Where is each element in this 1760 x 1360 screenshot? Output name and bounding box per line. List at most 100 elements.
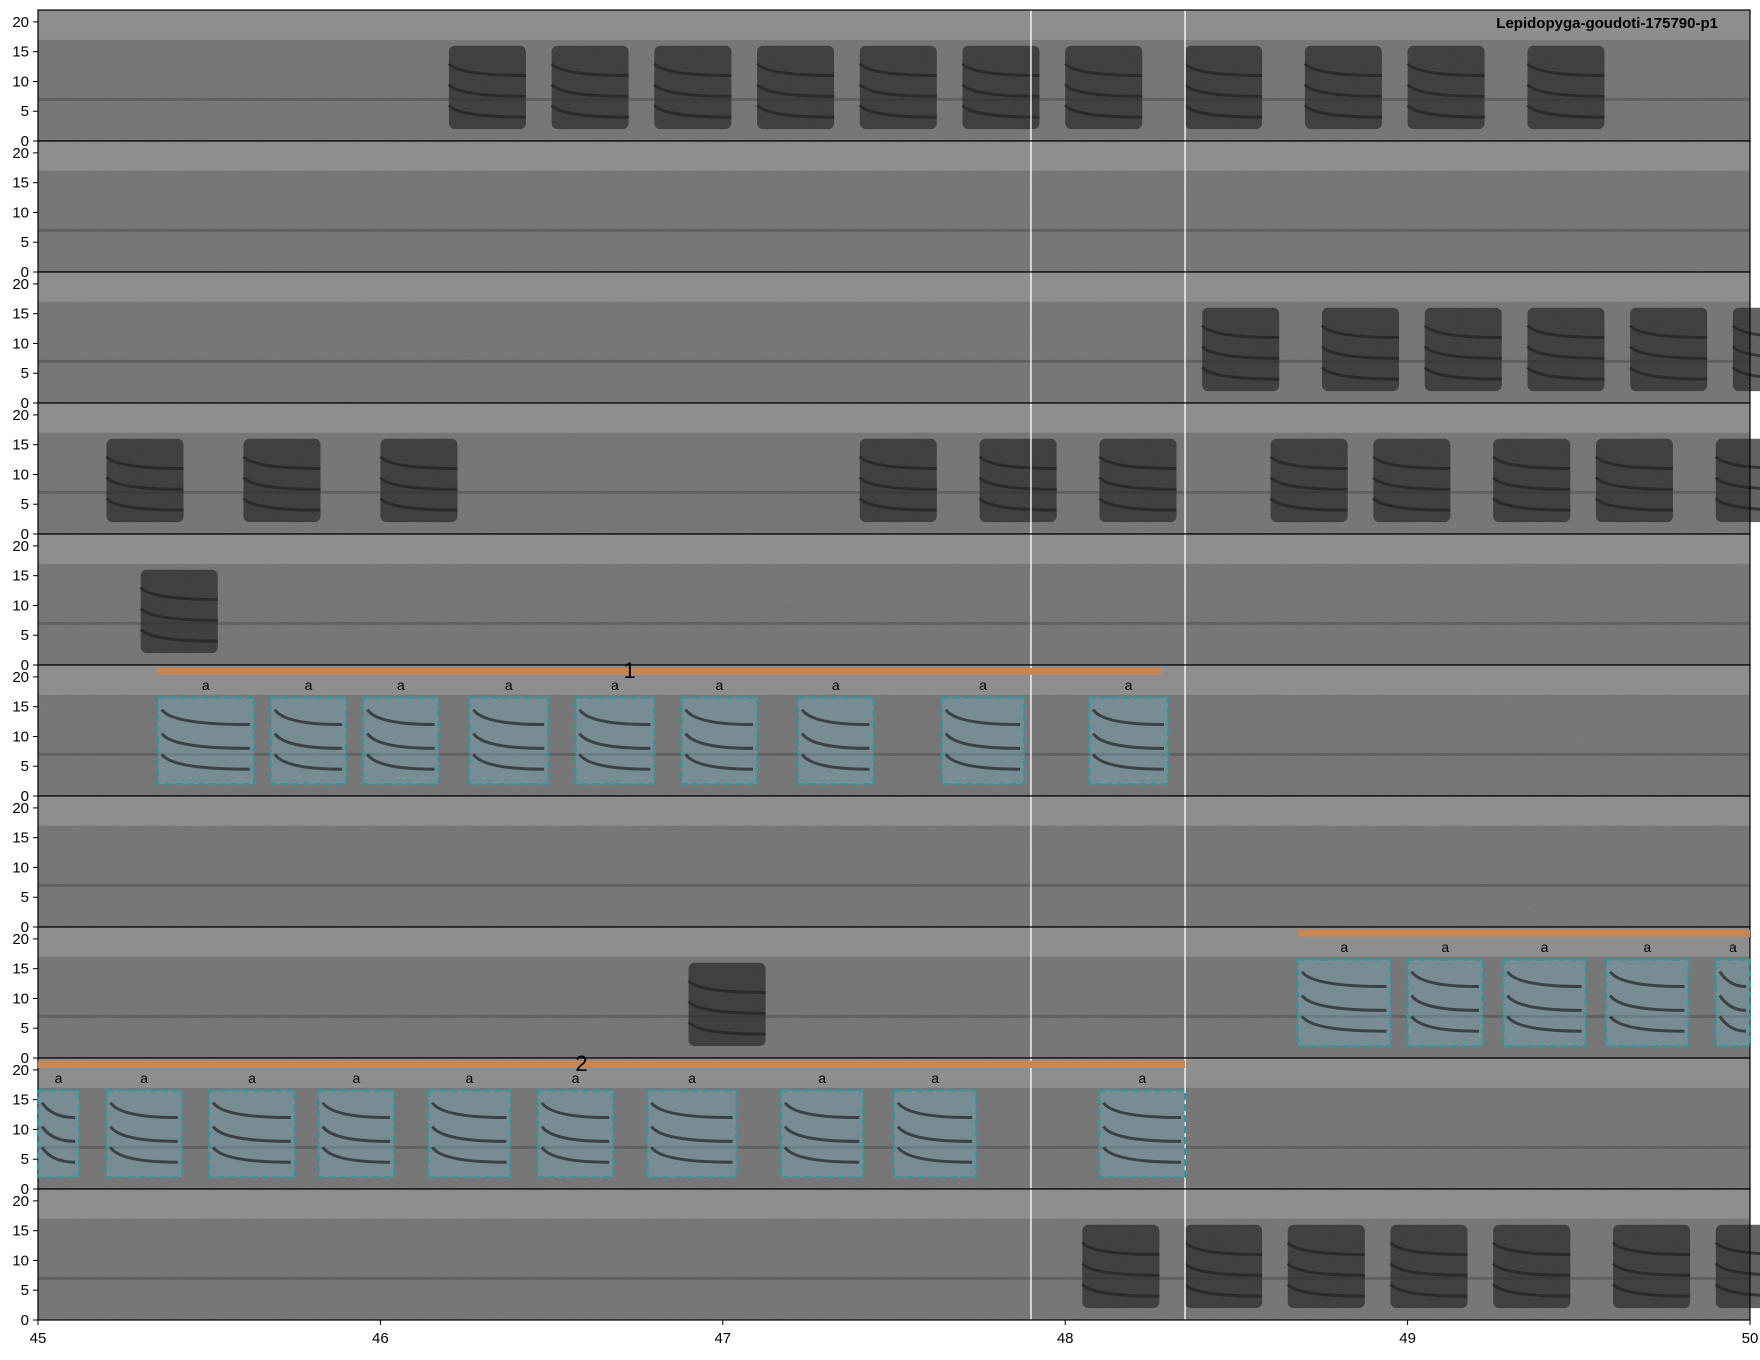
y-tick-label: 20 [12, 538, 29, 555]
syllable-label: a [248, 1070, 256, 1086]
call-mark [1594, 438, 1673, 523]
spectrogram-panel: 05101520 [12, 926, 1751, 1067]
spectrogram-panel: 05101520 [12, 9, 1751, 150]
spectrogram-panel: 0 5 10 15 20 [12, 1188, 1760, 1329]
call-mark [1714, 1224, 1760, 1309]
y-tick-label: 20 [12, 276, 29, 293]
y-tick-label: 20 [12, 407, 29, 424]
y-tick-label: 15 [12, 44, 29, 61]
syllable-label: a [832, 677, 840, 693]
y-tick-label: 5 [21, 103, 29, 120]
y-tick-label: 10 [12, 204, 29, 221]
y-tick-label: 15 [12, 437, 29, 454]
spectrogram-panel: 05101520 [12, 402, 1760, 543]
y-tick-label: 10 [12, 597, 29, 614]
y-tick-label: 10 [12, 990, 29, 1007]
panel-noise-band [38, 272, 1750, 302]
syllable-label: a [1125, 677, 1133, 693]
syllable-label: a [202, 677, 210, 693]
syllable-label: a [353, 1070, 361, 1086]
syllable-label: a [1729, 939, 1737, 955]
call-mark [1081, 1224, 1160, 1309]
y-tick-label: 5 [21, 627, 29, 644]
call-mark [1286, 1224, 1365, 1309]
panel-noise-band [38, 10, 1750, 40]
call-mark [1714, 438, 1760, 523]
y-tick-label: 10 [12, 1121, 29, 1138]
y-tick-label: 15 [12, 1223, 29, 1240]
call-mark [1492, 438, 1571, 523]
y-tick-label: 20 [12, 1062, 29, 1079]
syllable-label: a [305, 677, 313, 693]
panel-noise-band [38, 141, 1750, 171]
syllable-label: a [466, 1070, 474, 1086]
y-tick-label: 20 [12, 669, 29, 686]
call-mark [1320, 307, 1400, 392]
x-tick-label: 49 [1399, 1330, 1416, 1347]
y-tick-label: 15 [12, 1092, 29, 1109]
call-mark [1492, 1224, 1571, 1309]
call-mark [1423, 307, 1502, 392]
y-tick-label: 20 [12, 931, 29, 948]
y-tick-label: 20 [12, 800, 29, 817]
y-tick-label: 5 [21, 889, 29, 906]
panel-noise-band [38, 796, 1750, 826]
y-tick-label: 15 [12, 699, 29, 716]
call-mark [1201, 307, 1280, 392]
syllable-label: a [55, 1070, 63, 1086]
panel-noise-band [38, 1189, 1750, 1219]
call-mark [858, 45, 937, 130]
y-tick-label: 0 [21, 1312, 29, 1329]
call-mark [1406, 45, 1485, 130]
syllable-label: a [1541, 939, 1549, 955]
y-tick-label: 10 [12, 466, 29, 483]
call-mark [1269, 438, 1348, 523]
phrase-bar [38, 1060, 1186, 1068]
syllable-label: a [1441, 939, 1449, 955]
y-tick-label: 15 [12, 175, 29, 192]
y-tick-label: 20 [12, 1193, 29, 1210]
x-tick-label: 46 [372, 1330, 389, 1347]
call-mark [653, 45, 732, 130]
spectrogram-panels: 0510152005101520051015200510152005101520… [12, 9, 1760, 1329]
syllable-label: a [611, 677, 619, 693]
y-tick-label: 15 [12, 568, 29, 585]
x-tick-label: 50 [1742, 1330, 1759, 1347]
y-tick-label: 10 [12, 335, 29, 352]
syllable-label: a [688, 1070, 696, 1086]
y-tick-label: 5 [21, 758, 29, 775]
call-mark [1303, 45, 1382, 130]
syllable-label: a [1340, 939, 1348, 955]
call-mark [1629, 307, 1708, 392]
syllable-label: a [505, 677, 513, 693]
syllable-label: a [715, 677, 723, 693]
panel-noise-band [38, 403, 1750, 433]
syllable-label: a [818, 1070, 826, 1086]
spectrogram-panel: 05101520 [12, 533, 1751, 674]
y-tick-label: 5 [21, 1282, 29, 1299]
syllable-label: a [572, 1070, 580, 1086]
y-tick-label: 5 [21, 1151, 29, 1168]
call-mark [1372, 438, 1451, 523]
syllable-label: a [397, 677, 405, 693]
syllable-label: a [931, 1070, 939, 1086]
panel-noise-band [38, 534, 1750, 564]
syllable-label: a [1138, 1070, 1146, 1086]
x-tick-label: 45 [30, 1330, 47, 1347]
call-mark [105, 438, 184, 523]
y-tick-label: 10 [12, 73, 29, 90]
clip-title: Lepidopyga-goudoti-175790-p1 [1496, 15, 1718, 32]
call-mark [1389, 1224, 1468, 1309]
spectrogram-panel: 05101520 [12, 795, 1751, 936]
y-tick-label: 15 [12, 961, 29, 978]
syllable-label: a [979, 677, 987, 693]
y-tick-label: 5 [21, 365, 29, 382]
y-tick-label: 10 [12, 1252, 29, 1269]
call-mark [139, 569, 218, 654]
call-mark [1183, 1224, 1263, 1309]
call-mark [379, 438, 458, 523]
y-tick-label: 5 [21, 1020, 29, 1037]
call-mark [961, 45, 1040, 130]
y-tick-label: 10 [12, 728, 29, 745]
y-tick-label: 5 [21, 496, 29, 513]
